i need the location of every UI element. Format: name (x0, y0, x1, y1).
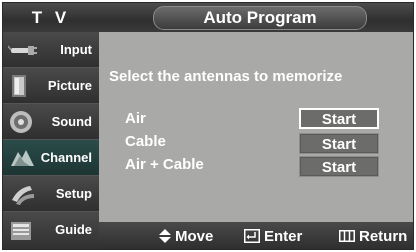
sidebar-item-label: Input (60, 42, 92, 57)
start-cable-button[interactable]: Start (299, 133, 379, 154)
return-hint: Return (339, 228, 407, 245)
sidebar: Input Picture Sound Channel Setup Guide (3, 32, 99, 249)
start-air-button[interactable]: Start (299, 108, 379, 129)
enter-icon (244, 229, 260, 243)
setup-icon (8, 180, 38, 208)
picture-icon (8, 72, 38, 100)
menu-title: Auto Program (153, 6, 367, 30)
option-label-cable: Cable (125, 133, 166, 150)
input-icon (7, 36, 38, 64)
sidebar-item-sound[interactable]: Sound (3, 104, 99, 140)
sidebar-item-guide[interactable]: Guide (3, 212, 99, 249)
return-label: Return (359, 228, 408, 245)
menu-header: T V Auto Program (3, 3, 413, 32)
footer-hints: Move Enter Return (99, 222, 413, 249)
sound-icon (8, 108, 38, 136)
start-air-cable-button[interactable]: Start (299, 156, 379, 177)
sidebar-item-setup[interactable]: Setup (3, 176, 99, 212)
auto-program-panel: Select the antennas to memorize Air Star… (99, 32, 413, 222)
move-hint: Move (159, 228, 213, 245)
tv-label: T V (31, 8, 71, 27)
move-label: Move (175, 228, 214, 245)
guide-icon (8, 216, 38, 244)
sidebar-item-picture[interactable]: Picture (3, 68, 99, 104)
enter-label: Enter (264, 228, 303, 245)
sidebar-item-label: Picture (47, 78, 92, 93)
option-label-air-cable: Air + Cable (125, 156, 204, 173)
sidebar-item-label: Sound (51, 114, 92, 129)
tv-menu-screen: T V Auto Program Input Picture Sound Cha… (2, 2, 414, 250)
sidebar-item-channel[interactable]: Channel (3, 140, 99, 176)
channel-icon (8, 144, 38, 172)
option-label-air: Air (125, 110, 146, 127)
sidebar-item-label: Guide (55, 222, 92, 237)
return-icon (339, 230, 355, 242)
sidebar-item-input[interactable]: Input (3, 32, 99, 68)
up-down-arrow-icon (159, 229, 171, 243)
sidebar-item-label: Setup (55, 186, 92, 201)
enter-hint: Enter (244, 228, 302, 245)
sidebar-item-label: Channel (40, 150, 92, 165)
instruction-text: Select the antennas to memorize (109, 68, 343, 85)
